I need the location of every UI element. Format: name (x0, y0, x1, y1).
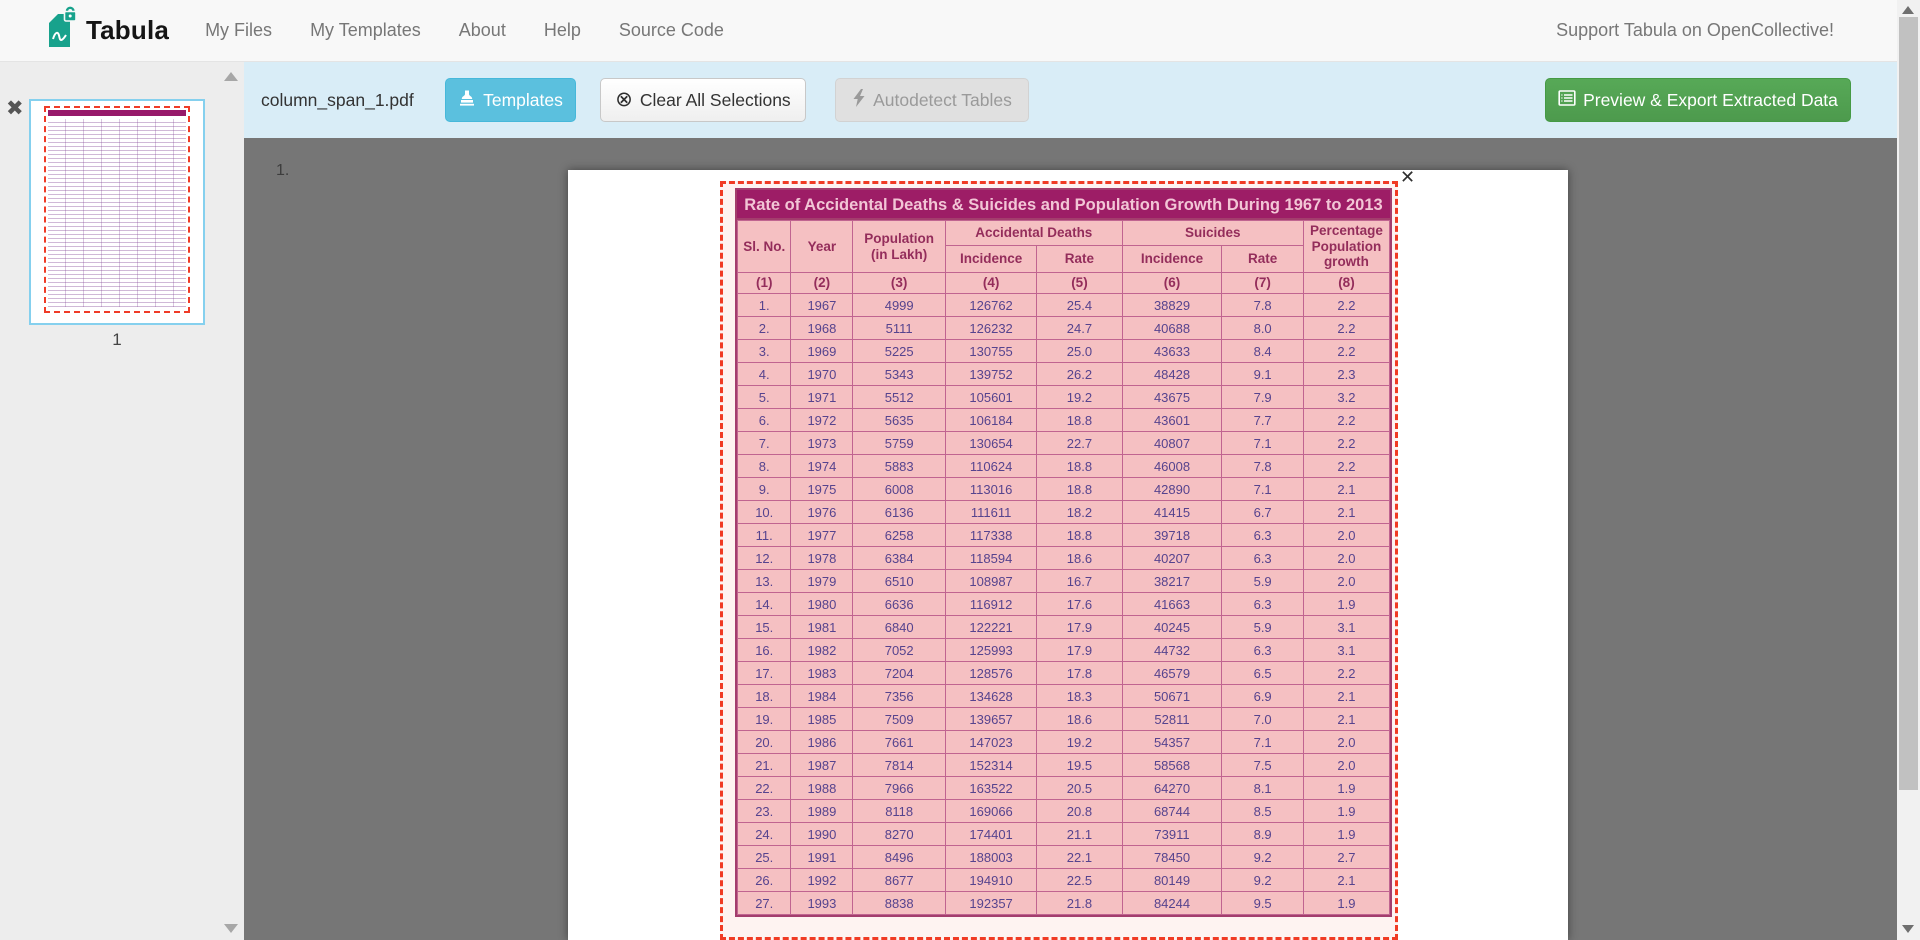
open-filename: column_span_1.pdf (261, 78, 414, 122)
nav-menu: My Files My Templates About Help Source … (205, 20, 724, 41)
document-view: 1. Rate of Accidental Deaths & Suicides … (244, 138, 1897, 940)
table-list-icon (1558, 89, 1576, 112)
table-selection-box[interactable] (720, 181, 1398, 940)
nav-item-my-templates[interactable]: My Templates (310, 20, 421, 41)
sidebar-scroll-up-icon[interactable] (224, 72, 238, 81)
clear-all-selections-button[interactable]: ⊗ Clear All Selections (600, 78, 806, 122)
remove-page-icon[interactable]: ✖ (6, 96, 24, 121)
page-thumbnail[interactable] (29, 99, 205, 325)
page-marker: 1. (276, 162, 289, 180)
tabula-logo[interactable]: Tabula (44, 5, 169, 56)
export-button-label: Preview & Export Extracted Data (1583, 90, 1838, 111)
preview-export-button[interactable]: Preview & Export Extracted Data (1545, 78, 1851, 122)
sidebar-scroll-down-icon[interactable] (224, 924, 238, 933)
scrollbar-up-icon[interactable] (1902, 6, 1914, 14)
templates-button[interactable]: Templates (445, 78, 576, 122)
nav-item-about[interactable]: About (459, 20, 506, 41)
lightning-icon (852, 89, 866, 112)
autodetect-button-label: Autodetect Tables (873, 90, 1012, 111)
selection-close-icon[interactable]: ✕ (1400, 167, 1415, 188)
scrollbar-down-icon[interactable] (1902, 925, 1914, 933)
pdf-lock-logo-icon (44, 5, 78, 56)
thumbnail-table-grid (48, 119, 186, 307)
thumbnail-page-number: 1 (29, 330, 205, 350)
clear-button-label: Clear All Selections (640, 90, 791, 111)
pdf-page[interactable]: Rate of Accidental Deaths & Suicides and… (568, 170, 1568, 940)
nav-item-my-files[interactable]: My Files (205, 20, 272, 41)
autodetect-tables-button[interactable]: Autodetect Tables (835, 78, 1029, 122)
page-thumbnail-sidebar: ✖ 1 (0, 62, 244, 940)
scrollbar-thumb[interactable] (1899, 17, 1918, 790)
toolbar: column_span_1.pdf Templates ⊗ Clear All … (244, 62, 1897, 138)
thumbnail-table-title-bar (48, 110, 186, 116)
thumbnail-selection-overlay (44, 106, 190, 313)
navbar: Tabula My Files My Templates About Help … (0, 0, 1900, 62)
nav-item-help[interactable]: Help (544, 20, 581, 41)
vertical-scrollbar (1897, 0, 1920, 940)
brand-title: Tabula (86, 15, 169, 46)
support-link[interactable]: Support Tabula on OpenCollective! (1556, 20, 1834, 41)
templates-button-label: Templates (483, 90, 563, 111)
stamp-icon (458, 89, 476, 112)
circled-x-icon: ⊗ (615, 91, 633, 109)
nav-item-source-code[interactable]: Source Code (619, 20, 724, 41)
